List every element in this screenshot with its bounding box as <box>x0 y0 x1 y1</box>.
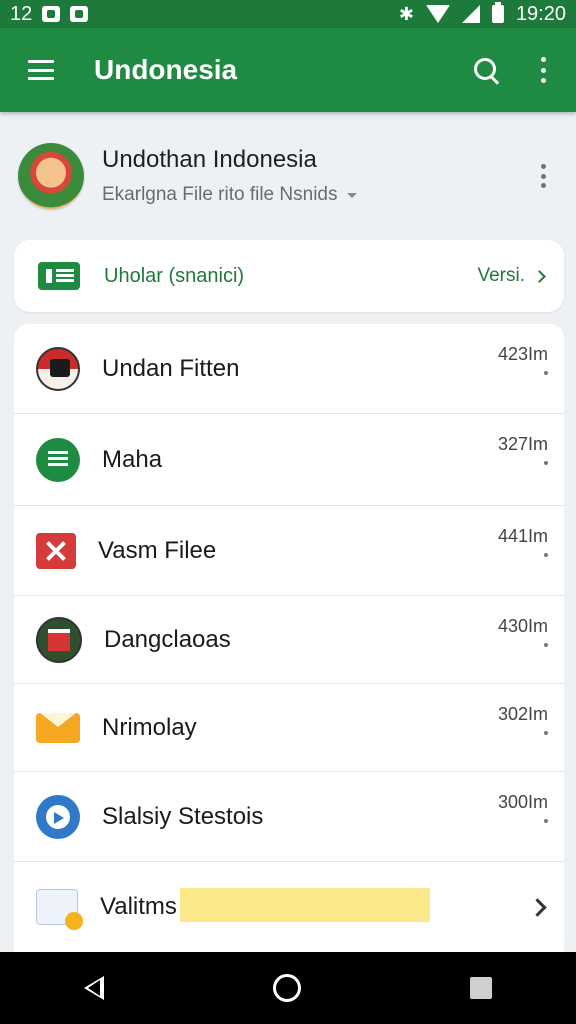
list-item[interactable]: Dangclaoas 430Im <box>14 596 564 684</box>
mail-icon <box>36 712 80 743</box>
meta-dot-icon <box>544 461 548 465</box>
file-name: Slalsiy Stestois <box>102 802 264 830</box>
profile-header: Undothan Indonesia Ekarlgna File rito fi… <box>0 130 576 222</box>
list-item[interactable]: Slalsiy Stestois 300Im <box>14 772 564 862</box>
file-size: 430Im <box>497 616 548 636</box>
profile-subtitle-dropdown[interactable]: Ekarlgna File rito file Nsnids <box>102 184 358 206</box>
meta-dot-icon <box>544 643 548 647</box>
status-notification-count: 12 <box>10 2 33 25</box>
list-item[interactable]: Maha 327Im <box>14 414 564 506</box>
dropdown-caret-icon <box>347 192 358 198</box>
chevron-right-icon <box>528 897 547 917</box>
file-meta: 441Im <box>498 526 548 557</box>
app-title: Undonesia <box>94 54 238 85</box>
app-bar: Undonesia <box>0 28 576 112</box>
file-name: Vasm Filee <box>98 536 217 564</box>
file-meta: 430Im <box>498 616 548 647</box>
status-right: ✱ 19:20 <box>398 2 566 26</box>
highlight-overlay <box>180 888 430 922</box>
wifi-icon <box>425 5 450 23</box>
bluetooth-icon: ✱ <box>398 3 414 24</box>
storage-label: Uholar (snanici) <box>104 264 245 287</box>
list-item[interactable]: Vasm Filee 441Im <box>14 506 564 596</box>
file-size: 423Im <box>497 344 548 364</box>
file-name: Dangclaoas <box>104 625 231 653</box>
meta-dot-icon <box>544 731 548 735</box>
notification-icon <box>42 6 61 22</box>
file-meta: 302Im <box>498 704 548 735</box>
status-left: 12 <box>10 2 89 26</box>
profile-text: Undothan Indonesia Ekarlgna File rito fi… <box>102 146 358 206</box>
search-icon[interactable] <box>472 56 500 84</box>
calendar-icon <box>36 889 83 930</box>
list-item[interactable]: Nrimolay 302Im <box>14 684 564 772</box>
battery-icon <box>491 2 504 23</box>
recents-icon[interactable] <box>469 977 492 999</box>
meta-dot-icon <box>544 371 548 375</box>
file-size: 300Im <box>497 792 548 812</box>
list-icon <box>36 437 80 482</box>
file-name: Nrimolay <box>102 713 197 741</box>
file-meta: 327Im <box>498 434 548 465</box>
status-time: 19:20 <box>515 2 566 25</box>
app-notification-icon <box>70 6 89 22</box>
profile-subtitle: Ekarlgna File rito file Nsnids <box>102 184 338 205</box>
signal-icon <box>461 5 480 23</box>
status-bar: 12 ✱ 19:20 <box>0 0 576 28</box>
chat-icon <box>36 794 80 839</box>
storage-link[interactable]: Versi. <box>477 265 525 287</box>
chevron-right-icon <box>533 269 546 283</box>
file-meta: 300Im <box>498 792 548 823</box>
file-name: Valitms <box>100 893 177 920</box>
file-size: 302Im <box>497 704 548 724</box>
navigation-bar <box>0 952 576 1024</box>
flag-icon <box>36 346 80 391</box>
more-vert-icon[interactable] <box>540 57 546 83</box>
file-name: Maha <box>102 445 163 473</box>
menu-icon[interactable] <box>28 60 54 80</box>
list-item[interactable]: Undan Fitten 423Im <box>14 324 564 414</box>
file-list: Undan Fitten 423Im Maha 327Im Vasm Filee… <box>14 324 564 952</box>
meta-dot-icon <box>544 553 548 557</box>
file-meta: 423Im <box>498 344 548 375</box>
avatar[interactable] <box>18 143 84 209</box>
profile-name: Undothan Indonesia <box>102 146 317 173</box>
close-x-icon <box>36 532 76 569</box>
storage-card[interactable]: Uholar (snanici) Versi. <box>14 240 564 312</box>
home-icon[interactable] <box>272 974 301 1002</box>
back-icon[interactable] <box>84 976 105 1000</box>
file-size: 441Im <box>497 526 548 546</box>
profile-more-icon[interactable] <box>540 164 546 188</box>
document-icon <box>36 616 82 663</box>
file-name: Undan Fitten <box>102 354 240 382</box>
storage-icon <box>38 262 80 290</box>
file-size: 327Im <box>497 434 548 454</box>
meta-dot-icon <box>544 819 548 823</box>
